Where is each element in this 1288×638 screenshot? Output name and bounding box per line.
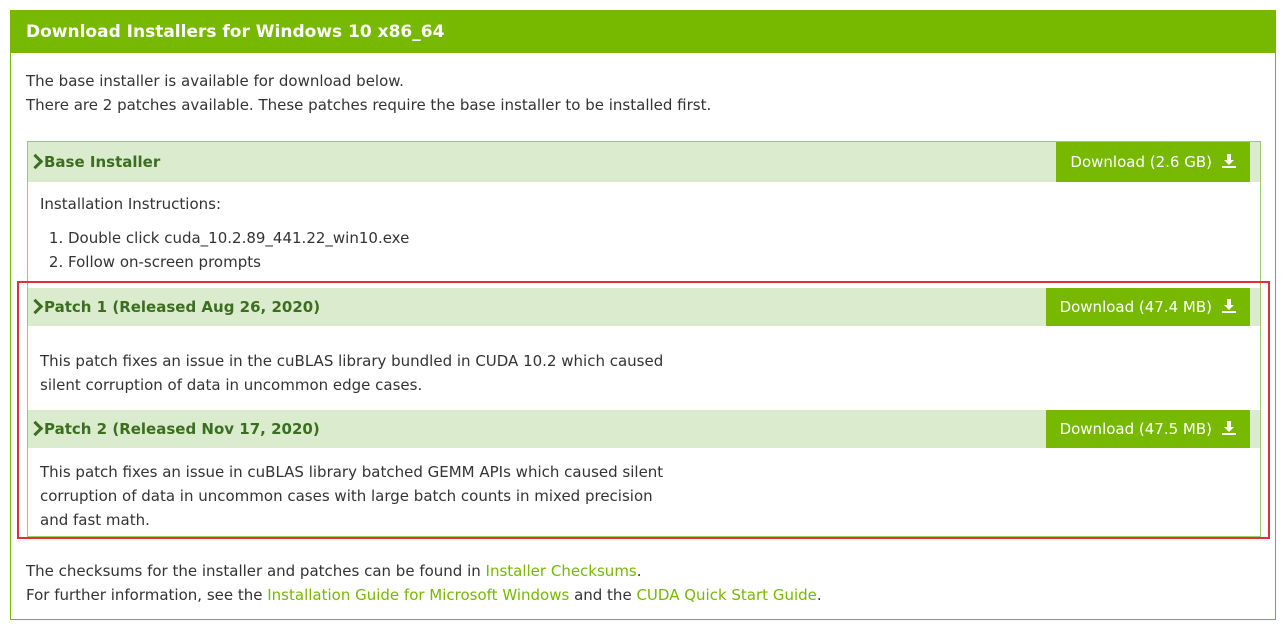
footer-line-2: For further information, see the Install… <box>26 583 822 607</box>
patch-1-description-line: silent corruption of data in uncommon ed… <box>40 376 423 394</box>
patch-2-description-line: corruption of data in uncommon cases wit… <box>40 487 653 505</box>
instructions-label: Installation Instructions: <box>40 195 221 213</box>
instruction-step: Double click cuda_10.2.89_441.22_win10.e… <box>68 226 409 250</box>
footer-text-segment: For further information, see the <box>26 586 268 604</box>
patch-1-body: This patch fixes an issue in the cuBLAS … <box>40 349 663 397</box>
download-patch-1-button[interactable]: Download (47.4 MB) <box>1045 288 1250 326</box>
intro-line-1: The base installer is available for down… <box>26 72 404 90</box>
intro-line-2: There are 2 patches available. These pat… <box>26 96 712 114</box>
installers-box: Base Installer Download (2.6 GB) Install… <box>27 141 1261 537</box>
quick-start-guide-link[interactable]: CUDA Quick Start Guide <box>636 586 816 604</box>
footer-text: The checksums for the installer and patc… <box>26 559 822 607</box>
base-installer-body: Installation Instructions: Double click … <box>40 192 409 274</box>
download-panel: Download Installers for Windows 10 x86_6… <box>10 10 1276 620</box>
patch-2-header[interactable]: Patch 2 (Released Nov 17, 2020) Download… <box>27 410 1260 448</box>
chevron-right-icon <box>27 153 44 170</box>
footer-text-segment: . <box>816 586 822 604</box>
base-installer-header[interactable]: Base Installer Download (2.6 GB) <box>27 142 1260 182</box>
download-button-label: Download (47.5 MB) <box>1059 420 1212 438</box>
intro-text: The base installer is available for down… <box>26 69 711 117</box>
footer-text-segment: . <box>636 562 642 580</box>
instruction-step: Follow on-screen prompts <box>68 250 409 274</box>
panel-title: Download Installers for Windows 10 x86_6… <box>11 11 1275 53</box>
installation-guide-link[interactable]: Installation Guide for Microsoft Windows <box>267 586 569 604</box>
download-button-label: Download (2.6 GB) <box>1070 153 1212 171</box>
patch-2-description-line: This patch fixes an issue in cuBLAS libr… <box>40 463 664 481</box>
patch-1-header[interactable]: Patch 1 (Released Aug 26, 2020) Download… <box>27 288 1260 326</box>
installer-checksums-link[interactable]: Installer Checksums <box>486 562 637 580</box>
instructions-list: Double click cuda_10.2.89_441.22_win10.e… <box>40 226 409 274</box>
download-icon <box>1222 411 1236 435</box>
chevron-right-icon <box>27 298 44 315</box>
footer-text-segment: The checksums for the installer and patc… <box>26 562 486 580</box>
download-button-label: Download (47.4 MB) <box>1059 298 1212 316</box>
patch-1-description-line: This patch fixes an issue in the cuBLAS … <box>40 352 664 370</box>
footer-text-segment: and the <box>569 586 637 604</box>
patch-2-title: Patch 2 (Released Nov 17, 2020) <box>44 420 320 438</box>
download-base-installer-button[interactable]: Download (2.6 GB) <box>1056 142 1250 182</box>
chevron-right-icon <box>27 420 44 437</box>
footer-line-1: The checksums for the installer and patc… <box>26 559 822 583</box>
download-icon <box>1222 289 1236 313</box>
patch-2-body: This patch fixes an issue in cuBLAS libr… <box>40 460 663 532</box>
download-icon <box>1222 143 1236 168</box>
base-installer-title: Base Installer <box>44 153 161 171</box>
download-patch-2-button[interactable]: Download (47.5 MB) <box>1045 410 1250 448</box>
patch-1-title: Patch 1 (Released Aug 26, 2020) <box>44 298 321 316</box>
patch-2-description-line: and fast math. <box>40 511 150 529</box>
